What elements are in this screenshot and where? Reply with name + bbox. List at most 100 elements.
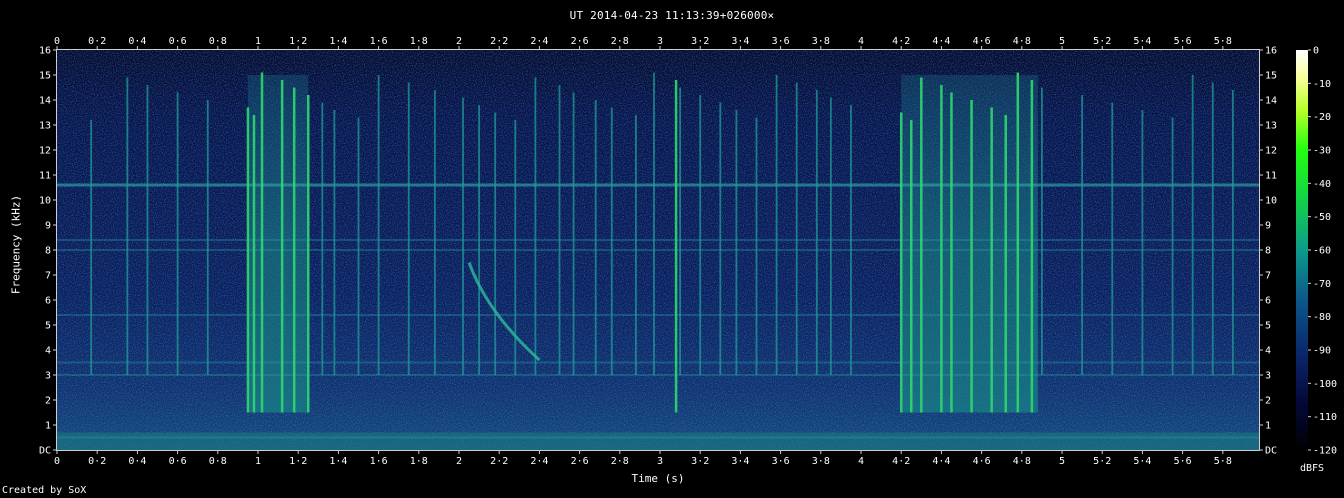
x-tick-label-bottom: 4·4 [932, 456, 950, 467]
x-tick-label-top: 3·4 [731, 36, 749, 47]
y-tick-label-left: 16 [39, 46, 51, 57]
y-tick-label-left: 2 [45, 396, 51, 407]
colorbar-tick-label: -70 [1313, 279, 1331, 290]
x-tick-label-bottom: 1·2 [289, 456, 307, 467]
y-tick-label-left: 10 [39, 196, 51, 207]
colorbar-tick-label: -100 [1313, 379, 1337, 390]
y-tick-label-right: 6 [1265, 296, 1271, 307]
x-tick-label-top: 5 [1059, 36, 1065, 47]
y-tick-label-right: 4 [1265, 346, 1271, 357]
colorbar-tick-label: -30 [1313, 146, 1331, 157]
x-tick-label-top: 5·4 [1133, 36, 1151, 47]
y-tick-label-left: 8 [45, 246, 51, 257]
x-tick-label-bottom: 2·8 [611, 456, 629, 467]
x-tick-label-top: 5·8 [1214, 36, 1232, 47]
y-tick-label-left: 3 [45, 371, 51, 382]
y-tick-label-left: 6 [45, 296, 51, 307]
x-tick-label-top: 1·8 [410, 36, 428, 47]
y-tick-label-right: 7 [1265, 271, 1271, 282]
colorbar-tick-label: -110 [1313, 412, 1337, 423]
x-tick-label-bottom: 0 [54, 456, 60, 467]
x-tick-label-top: 1·4 [329, 36, 347, 47]
y-tick-label-left: 13 [39, 121, 51, 132]
y-tick-label-left: 4 [45, 346, 51, 357]
y-tick-label-left: DC [39, 446, 51, 457]
x-tick-label-top: 4·2 [892, 36, 910, 47]
x-tick-label-top: 1 [255, 36, 261, 47]
y-tick-label-left: 5 [45, 321, 51, 332]
y-tick-label-left: 9 [45, 221, 51, 232]
x-axis-label: Time (s) [631, 472, 685, 485]
y-tick-label-right: 8 [1265, 246, 1271, 257]
x-tick-label-bottom: 3·6 [772, 456, 790, 467]
colorbar-unit-label: dBFS [1300, 463, 1325, 474]
y-tick-label-left: 15 [39, 71, 51, 82]
y-tick-label-right: 1 [1265, 421, 1271, 432]
x-tick-label-bottom: 4·8 [1013, 456, 1031, 467]
x-tick-label-bottom: 2·6 [571, 456, 589, 467]
x-tick-label-bottom: 1·4 [329, 456, 347, 467]
colorbar-tick-label: -90 [1313, 346, 1331, 357]
x-tick-label-bottom: 3·2 [691, 456, 709, 467]
colorbar-tick-label: 0 [1313, 46, 1319, 57]
x-tick-label-top: 2·6 [571, 36, 589, 47]
x-tick-label-bottom: 5·8 [1214, 456, 1232, 467]
x-tick-label-top: 3·2 [691, 36, 709, 47]
x-tick-label-bottom: 5·2 [1093, 456, 1111, 467]
colorbar [1296, 50, 1308, 450]
y-tick-label-right: 5 [1265, 321, 1271, 332]
y-tick-label-left: 11 [39, 171, 51, 182]
y-tick-label-left: 1 [45, 421, 51, 432]
spectrogram-chart: 000·20·20·40·40·60·60·80·8111·21·21·41·4… [39, 36, 1337, 467]
x-tick-label-top: 0·6 [169, 36, 187, 47]
y-tick-label-right: 12 [1265, 146, 1277, 157]
y-tick-label-right: 15 [1265, 71, 1277, 82]
x-tick-label-bottom: 3·8 [812, 456, 830, 467]
x-tick-label-bottom: 4 [858, 456, 864, 467]
y-tick-label-right: 9 [1265, 221, 1271, 232]
x-tick-label-bottom: 1·8 [410, 456, 428, 467]
x-tick-label-bottom: 1 [255, 456, 261, 467]
x-tick-label-bottom: 5·4 [1133, 456, 1151, 467]
x-tick-label-top: 2·8 [611, 36, 629, 47]
y-tick-label-right: 11 [1265, 171, 1277, 182]
x-tick-label-bottom: 5 [1059, 456, 1065, 467]
y-tick-label-right: 16 [1265, 46, 1277, 57]
x-tick-label-top: 4·6 [973, 36, 991, 47]
x-tick-label-top: 0·2 [88, 36, 106, 47]
y-tick-label-right: DC [1265, 446, 1277, 457]
x-tick-label-top: 5·2 [1093, 36, 1111, 47]
colorbar-tick-label: -80 [1313, 312, 1331, 323]
y-tick-label-left: 12 [39, 146, 51, 157]
x-tick-label-bottom: 2·2 [490, 456, 508, 467]
x-tick-label-top: 1·6 [370, 36, 388, 47]
colorbar-tick-label: -120 [1313, 446, 1337, 457]
x-tick-label-bottom: 0·6 [169, 456, 187, 467]
y-tick-label-left: 14 [39, 96, 51, 107]
x-tick-label-bottom: 0·2 [88, 456, 106, 467]
x-tick-label-top: 4·4 [932, 36, 950, 47]
x-tick-label-top: 3·8 [812, 36, 830, 47]
x-tick-label-bottom: 1·6 [370, 456, 388, 467]
y-tick-label-left: 7 [45, 271, 51, 282]
x-tick-label-bottom: 0·4 [128, 456, 146, 467]
x-tick-label-bottom: 2·4 [530, 456, 548, 467]
x-tick-label-top: 0·8 [209, 36, 227, 47]
x-tick-label-top: 2 [456, 36, 462, 47]
colorbar-tick-label: -20 [1313, 112, 1331, 123]
y-tick-label-right: 13 [1265, 121, 1277, 132]
x-tick-label-top: 1·2 [289, 36, 307, 47]
x-tick-label-top: 4 [858, 36, 864, 47]
x-tick-label-top: 3 [657, 36, 663, 47]
x-tick-label-top: 5·6 [1174, 36, 1192, 47]
x-tick-label-bottom: 2 [456, 456, 462, 467]
x-tick-label-top: 4·8 [1013, 36, 1031, 47]
colorbar-tick-label: -60 [1313, 246, 1331, 257]
x-tick-label-top: 0·4 [128, 36, 146, 47]
x-tick-label-top: 3·6 [772, 36, 790, 47]
x-tick-label-bottom: 5·6 [1174, 456, 1192, 467]
x-tick-label-bottom: 4·2 [892, 456, 910, 467]
credit-text: Created by SoX [2, 485, 87, 496]
colorbar-tick-label: -10 [1313, 79, 1331, 90]
x-tick-label-bottom: 0·8 [209, 456, 227, 467]
